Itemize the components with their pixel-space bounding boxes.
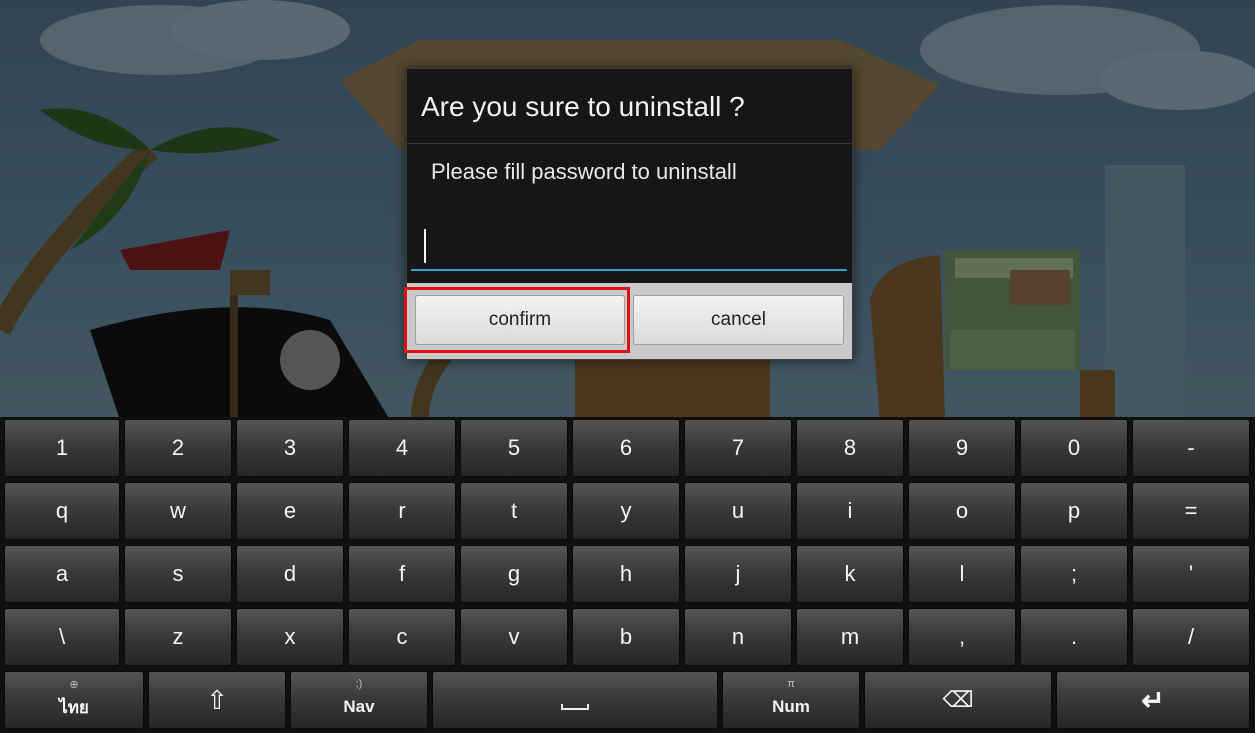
language-key-label: ไทย	[59, 697, 89, 717]
nav-key[interactable]: ;) Nav	[290, 671, 428, 729]
key-x[interactable]: x	[236, 608, 344, 666]
key-3[interactable]: 3	[236, 419, 344, 477]
key-s[interactable]: s	[124, 545, 232, 603]
space-key[interactable]	[432, 671, 718, 729]
key-r[interactable]: r	[348, 482, 456, 540]
backspace-key[interactable]: ⌫	[864, 671, 1052, 729]
keyboard-row-zxcv: \ z x c v b n m , . /	[0, 608, 1255, 668]
backspace-icon: ⌫	[942, 687, 974, 712]
key-backslash[interactable]: \	[4, 608, 120, 666]
key-6[interactable]: 6	[572, 419, 680, 477]
key-y[interactable]: y	[572, 482, 680, 540]
key-comma[interactable]: ,	[908, 608, 1016, 666]
key-z[interactable]: z	[124, 608, 232, 666]
key-p[interactable]: p	[1020, 482, 1128, 540]
key-7[interactable]: 7	[684, 419, 792, 477]
key-5[interactable]: 5	[460, 419, 568, 477]
key-f[interactable]: f	[348, 545, 456, 603]
keyboard-row-bottom: ⊕ ไทย ⇧ ;) Nav π Num ⌫ ↵	[0, 671, 1255, 731]
key-o[interactable]: o	[908, 482, 1016, 540]
key-b[interactable]: b	[572, 608, 680, 666]
key-9[interactable]: 9	[908, 419, 1016, 477]
key-semicolon[interactable]: ;	[1020, 545, 1128, 603]
key-l[interactable]: l	[908, 545, 1016, 603]
key-k[interactable]: k	[796, 545, 904, 603]
enter-icon: ↵	[1141, 684, 1165, 716]
key-w[interactable]: w	[124, 482, 232, 540]
key-equals[interactable]: =	[1132, 482, 1250, 540]
dialog-message: Please fill password to uninstall	[431, 159, 737, 184]
keyboard-row-numbers: 1 2 3 4 5 6 7 8 9 0 -	[0, 419, 1255, 479]
key-q[interactable]: q	[4, 482, 120, 540]
key-d[interactable]: d	[236, 545, 344, 603]
key-2[interactable]: 2	[124, 419, 232, 477]
key-v[interactable]: v	[460, 608, 568, 666]
num-key-label: Num	[772, 697, 810, 716]
enter-key[interactable]: ↵	[1056, 671, 1250, 729]
key-a[interactable]: a	[4, 545, 120, 603]
num-key-sub: π	[787, 678, 795, 690]
key-i[interactable]: i	[796, 482, 904, 540]
soft-keyboard: 1 2 3 4 5 6 7 8 9 0 - q w e r t y u i o …	[0, 417, 1255, 733]
key-e[interactable]: e	[236, 482, 344, 540]
dialog-divider	[407, 143, 852, 144]
key-4[interactable]: 4	[348, 419, 456, 477]
key-period[interactable]: .	[1020, 608, 1128, 666]
key-0[interactable]: 0	[1020, 419, 1128, 477]
shift-key[interactable]: ⇧	[148, 671, 286, 729]
key-n[interactable]: n	[684, 608, 792, 666]
key-1[interactable]: 1	[4, 419, 120, 477]
nav-key-sub: ;)	[355, 678, 363, 690]
key-j[interactable]: j	[684, 545, 792, 603]
keyboard-row-asdf: a s d f g h j k l ; '	[0, 545, 1255, 605]
keyboard-row-qwerty: q w e r t y u i o p =	[0, 482, 1255, 542]
language-key[interactable]: ⊕ ไทย	[4, 671, 144, 729]
nav-key-label: Nav	[343, 697, 375, 716]
text-cursor	[424, 229, 426, 263]
key-minus[interactable]: -	[1132, 419, 1250, 477]
shift-icon: ⇧	[206, 684, 228, 715]
confirm-highlight-box	[404, 287, 630, 353]
key-m[interactable]: m	[796, 608, 904, 666]
key-c[interactable]: c	[348, 608, 456, 666]
key-8[interactable]: 8	[796, 419, 904, 477]
key-t[interactable]: t	[460, 482, 568, 540]
key-g[interactable]: g	[460, 545, 568, 603]
password-input[interactable]	[411, 219, 847, 271]
key-u[interactable]: u	[684, 482, 792, 540]
cancel-button[interactable]: cancel	[633, 295, 844, 345]
key-apostrophe[interactable]: '	[1132, 545, 1250, 603]
globe-icon: ⊕	[69, 679, 79, 691]
key-slash[interactable]: /	[1132, 608, 1250, 666]
space-icon	[561, 704, 589, 710]
num-key[interactable]: π Num	[722, 671, 860, 729]
key-h[interactable]: h	[572, 545, 680, 603]
dialog-title: Are you sure to uninstall ?	[421, 91, 745, 122]
